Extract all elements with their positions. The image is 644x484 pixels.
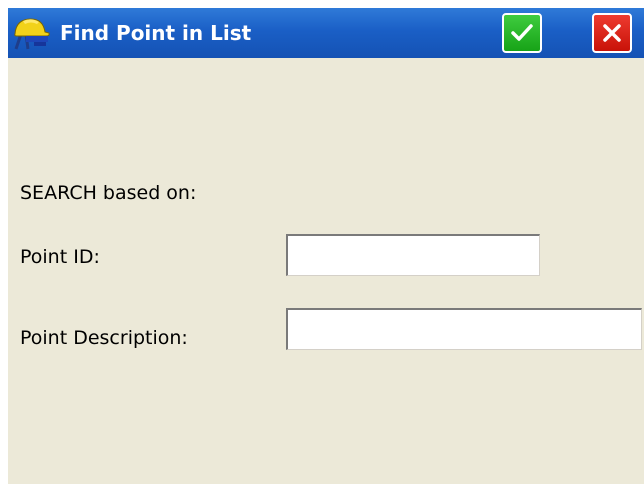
point-description-label: Point Description:: [20, 327, 188, 349]
screen: Find Point in List SEARCH based on: Poin…: [0, 0, 644, 484]
point-description-input[interactable]: [286, 308, 642, 350]
close-button[interactable]: [592, 13, 632, 53]
point-id-label: Point ID:: [20, 246, 100, 268]
window-title: Find Point in List: [60, 21, 252, 45]
search-based-on-label: SEARCH based on:: [20, 182, 197, 204]
title-bar: Find Point in List: [8, 8, 644, 58]
find-point-dialog: Find Point in List SEARCH based on: Poin…: [8, 8, 644, 484]
ok-button[interactable]: [502, 13, 542, 53]
point-id-input[interactable]: [286, 234, 540, 276]
surveyor-hardhat-icon: [12, 16, 52, 50]
